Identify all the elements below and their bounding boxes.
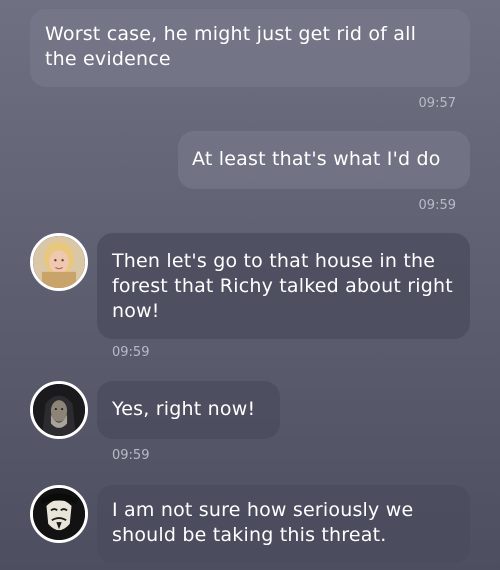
chat-thread: Worst case, he might just get rid of all… <box>0 0 500 570</box>
message-bubble-incoming[interactable]: Yes, right now! <box>97 381 280 439</box>
message-timestamp: 09:59 <box>112 448 150 463</box>
message-bubble-outgoing[interactable]: Worst case, he might just get rid of all… <box>30 9 470 87</box>
contact-avatar[interactable] <box>30 485 88 543</box>
blonde-woman-avatar-icon <box>33 236 85 288</box>
hooded-man-avatar-icon <box>33 384 85 436</box>
contact-avatar[interactable] <box>30 233 88 291</box>
message-bubble-outgoing[interactable]: At least that's what I'd do <box>178 131 470 189</box>
message-timestamp: 09:57 <box>418 96 456 111</box>
message-timestamp: 09:59 <box>112 345 150 360</box>
message-bubble-incoming[interactable]: I am not sure how seriously we should be… <box>97 485 470 563</box>
contact-avatar[interactable] <box>30 381 88 439</box>
message-bubble-incoming[interactable]: Then let's go to that house in the fores… <box>97 233 470 339</box>
message-text: Then let's go to that house in the fores… <box>112 250 453 322</box>
message-timestamp: 09:59 <box>418 198 456 213</box>
guy-fawkes-mask-avatar-icon <box>33 488 85 540</box>
message-text: Worst case, he might just get rid of all… <box>45 23 417 70</box>
message-text: Yes, right now! <box>112 398 256 420</box>
message-text: At least that's what I'd do <box>192 148 441 170</box>
message-text: I am not sure how seriously we should be… <box>112 499 414 546</box>
